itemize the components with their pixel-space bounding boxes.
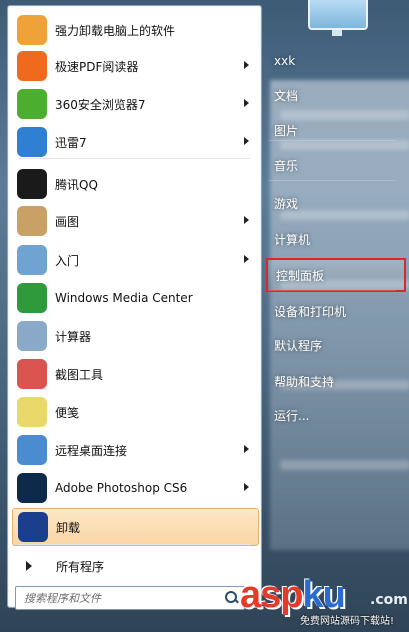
right-menu-item[interactable]: 帮助和支持 [266,366,406,396]
calculator-icon [17,321,47,351]
all-programs-button[interactable]: 所有程序 [12,554,257,578]
right-separator [268,290,396,291]
program-label: 强力卸载电脑上的软件 [55,23,176,38]
right-menu-item[interactable]: 设备和打印机 [266,296,406,326]
watermark-subtitle: 免费网站源码下载站! [300,616,395,627]
thunder-bird-icon [17,127,47,157]
watermark-domain: .com [370,592,408,608]
right-menu-label: 图片 [274,123,299,138]
program-item[interactable]: Windows Media Center [12,280,257,316]
program-label: 腾讯QQ [55,177,98,192]
user-picture-monitor-icon[interactable] [308,0,368,36]
right-menu-label: 计算机 [274,232,311,247]
right-menu-label: 运行... [274,408,310,423]
program-item[interactable]: 计算器 [12,318,257,354]
program-label: 便笺 [55,405,80,420]
separator [18,158,250,159]
program-label: Windows Media Center [55,291,193,305]
paint-palette-icon [17,206,47,236]
right-menu-label: 文档 [274,88,299,103]
program-label: 画图 [55,214,80,229]
submenu-arrow-icon[interactable] [244,445,249,453]
program-label: Adobe Photoshop CS6 [55,481,188,495]
program-label: 远程桌面连接 [55,443,128,458]
right-menu-label: 帮助和支持 [274,374,335,389]
program-item[interactable]: 迅雷7 [12,124,257,160]
sticky-notes-icon [17,397,47,427]
program-label: 360安全浏览器7 [55,97,146,112]
submenu-arrow-icon[interactable] [244,61,249,69]
program-label: 计算器 [55,329,92,344]
pdf-reader-icon [17,51,47,81]
all-programs-label: 所有程序 [56,559,105,574]
submenu-arrow-icon[interactable] [244,99,249,107]
search-icon[interactable] [222,589,240,607]
right-menu-label: 设备和打印机 [274,304,347,319]
expand-arrow-icon [26,561,32,571]
right-separator [268,140,396,141]
program-item[interactable]: 360安全浏览器7 [12,86,257,122]
program-item[interactable]: 极速PDF阅读器 [12,48,257,84]
right-menu-label: 默认程序 [274,338,323,353]
program-item[interactable]: 便笺 [12,394,257,430]
snipping-tool-icon [17,359,47,389]
right-menu-label: 音乐 [274,158,299,173]
getting-started-icon [17,245,47,275]
right-menu-item[interactable]: 计算机 [266,224,406,254]
program-label: 入门 [55,253,80,268]
program-item[interactable]: 远程桌面连接 [12,432,257,468]
right-menu-item[interactable]: 音乐 [266,150,406,180]
photoshop-icon [17,473,47,503]
program-item[interactable]: 腾讯QQ [12,166,257,202]
submenu-arrow-icon[interactable] [244,255,249,263]
submenu-arrow-icon[interactable] [244,483,249,491]
submenu-arrow-icon[interactable] [244,216,249,224]
start-menu-programs-panel: 强力卸载电脑上的软件 极速PDF阅读器 360安全浏览器7 迅雷7 腾讯QQ 画图入门 Wi… [7,5,262,610]
right-menu-item[interactable]: 运行... [266,400,406,430]
program-item[interactable]: 入门 [12,242,257,278]
program-label: 截图工具 [55,367,104,382]
program-label: 极速PDF阅读器 [55,59,139,74]
qq-penguin-icon [17,169,47,199]
right-menu-label: 控制面板 [276,268,325,283]
separator [18,544,250,545]
program-item[interactable]: 截图工具 [12,356,257,392]
search-box[interactable]: 搜索程序和文件 [15,586,245,610]
right-menu-item[interactable]: xxk [266,46,406,76]
program-label: 迅雷7 [55,135,87,150]
windows-media-center-icon [17,283,47,313]
right-menu-item[interactable]: 游戏 [266,188,406,218]
program-item[interactable]: 画图 [12,203,257,239]
program-label: 卸载 [56,520,81,535]
right-separator [268,180,396,181]
hp-logo-icon [18,512,48,542]
program-item[interactable]: 卸载 [12,508,259,546]
right-menu-item[interactable]: 文档 [266,80,406,110]
right-menu-label: 游戏 [274,196,299,211]
right-menu-label: xxk [274,54,296,68]
right-menu-item[interactable]: 控制面板 [266,258,406,292]
uninstall-box-icon [17,15,47,45]
watermark-logo: aspku [240,574,346,616]
program-item[interactable]: Adobe Photoshop CS6 [12,470,257,506]
program-item[interactable]: 强力卸载电脑上的软件 [12,12,257,48]
360-browser-icon [17,89,47,119]
right-menu-item[interactable]: 默认程序 [266,330,406,360]
remote-desktop-icon [17,435,47,465]
submenu-arrow-icon[interactable] [244,137,249,145]
search-input[interactable]: 搜索程序和文件 [24,590,222,606]
